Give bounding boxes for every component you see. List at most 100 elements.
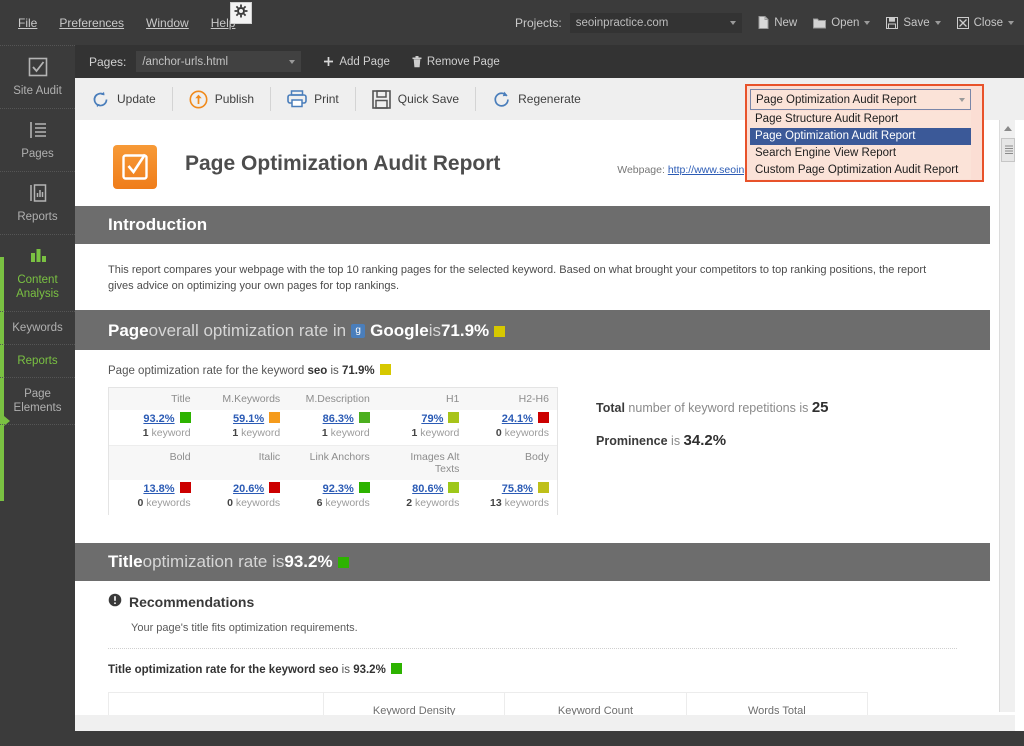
sidebar-item-keywords[interactable]: Keywords [0,311,75,344]
upload-circle-icon [189,90,208,109]
toolbar-separator [172,87,173,111]
orange-checkbox-icon [113,145,157,189]
menu-items: File Preferences Window Help [18,16,235,30]
metrics-area: Title M.Keywords M.Description H1 H2-H6 … [75,387,990,515]
scroll-grip-icon [1004,144,1014,156]
regenerate-button[interactable]: Regenerate [492,85,597,113]
metric-pct[interactable]: 24.1% [502,413,533,425]
metric-cell: 92.3%6 keywords [288,480,378,515]
sidebar-item-site-audit-label: Site Audit [13,85,62,97]
vertical-scroll-thumb[interactable] [1001,138,1015,162]
metric-header: Link Anchors [288,446,378,480]
metric-count: 2 keywords [386,497,460,509]
toolbar-separator [475,87,476,111]
sidebar-item-page-elements[interactable]: Page Elements [0,377,75,424]
metric-count: 1 keyword [296,427,370,439]
scroll-up-arrow-icon[interactable] [1004,126,1012,131]
metric-header: M.Description [288,388,378,410]
metrics-table: Title M.Keywords M.Description H1 H2-H6 … [108,387,558,515]
add-page-button[interactable]: Add Page [323,56,390,68]
metric-cell: 24.1% 0 keywords [467,410,557,445]
overall-engine: Google [370,321,429,341]
sidebar-item-reports[interactable]: Reports [0,171,75,234]
update-button[interactable]: Update [91,85,172,113]
pages-bar: Pages: /anchor-urls.html Add Page Remove… [75,45,1024,78]
menu-window[interactable]: Window [146,16,189,30]
metric-count: 0 keywords [475,427,549,439]
introduction-heading: Introduction [108,215,207,235]
bar-chart-icon [2,245,73,267]
toolbar-separator [270,87,271,111]
sidebar-item-content-analysis[interactable]: Content Analysis [0,234,75,311]
total-repetitions-line: Total number of keyword repetitions is 2… [596,399,829,416]
metric-count: 1 keyword [117,427,191,439]
projects-area: Projects: seoinpractice.com [515,0,742,45]
publish-button[interactable]: Publish [189,85,270,113]
remove-page-button[interactable]: Remove Page [412,56,500,68]
metric-swatch [269,482,280,493]
scrollbar-corner [999,715,1015,731]
menu-window-label: Window [146,16,189,30]
metric-pct[interactable]: 13.8% [143,483,174,495]
page-select[interactable]: /anchor-urls.html [136,51,301,72]
floppy-icon [886,17,898,29]
report-option-custom-page-optimization[interactable]: Custom Page Optimization Audit Report [750,162,971,179]
metric-count: 0 keywords [207,497,281,509]
quick-save-button-label: Quick Save [398,92,459,106]
document-area: Page Optimization Audit Report Report We… [75,120,1024,731]
metric-pct[interactable]: 75.8% [502,483,533,495]
prominence-label: Prominence [596,434,668,448]
metric-pct[interactable]: 86.3% [323,413,354,425]
open-button-label: Open [831,17,859,29]
section-header-title: Title optimization rate is 93.2% [75,543,990,581]
title-subline-pre: Title optimization rate for the keyword [108,664,319,676]
metric-header: H2-H6 [467,388,557,410]
menu-preferences[interactable]: Preferences [59,16,124,30]
vertical-scrollbar[interactable] [999,120,1015,712]
metric-pct[interactable]: 93.2% [143,413,174,425]
list-icon [2,119,73,141]
report-type-select[interactable]: Page Optimization Audit Report [750,89,971,110]
metric-pct[interactable]: 80.6% [412,483,443,495]
page-title: Page Optimization Audit Report [185,152,500,176]
prominence-mid: is [668,434,684,448]
toolbar-separator [355,87,356,111]
sidebar-item-pages[interactable]: Pages [0,108,75,171]
metric-pct[interactable]: 79% [421,413,443,425]
new-button[interactable]: New [758,16,797,29]
metric-pct[interactable]: 92.3% [323,483,354,495]
metrics-header-row-1: Title M.Keywords M.Description H1 H2-H6 [109,388,557,410]
metric-swatch [359,412,370,423]
report-type-selector: Page Optimization Audit Report Page Stru… [745,84,984,182]
close-button[interactable]: Close [957,17,1014,29]
sidebar-item-site-audit[interactable]: Site Audit [0,45,75,108]
sidebar-item-sub-reports[interactable]: Reports [0,344,75,377]
menu-file[interactable]: File [18,16,37,30]
report-option-page-optimization[interactable]: Page Optimization Audit Report [750,128,971,145]
report-option-search-engine-view[interactable]: Search Engine View Report [750,145,971,162]
chevron-down-icon [935,21,941,25]
print-button-label: Print [314,92,339,106]
metric-header: Bold [109,446,199,480]
sidebar-item-page-elements-label: Page Elements [14,388,62,414]
title-subline: Title optimization rate for the keyword … [75,649,990,686]
google-icon: g [351,324,365,338]
metric-cell: 86.3% 1 keyword [288,410,378,445]
close-button-label: Close [974,17,1003,29]
project-select[interactable]: seoinpractice.com [570,13,742,33]
metric-pct[interactable]: 20.6% [233,483,264,495]
open-button[interactable]: Open [813,17,870,29]
report-settings-button[interactable] [230,2,252,24]
sidebar-item-pages-label: Pages [21,148,54,160]
horizontal-scrollbar[interactable] [75,715,1009,731]
metric-swatch [538,412,549,423]
report-type-select-value: Page Optimization Audit Report [756,94,916,106]
quick-save-button[interactable]: Quick Save [372,85,475,113]
report-option-page-structure[interactable]: Page Structure Audit Report [750,111,971,128]
save-button[interactable]: Save [886,17,940,29]
print-button[interactable]: Print [287,85,355,113]
title-heading-mid: optimization rate is [143,552,285,572]
overall-subline-value: 71.9% [342,365,375,377]
menu-preferences-label: Preferences [59,16,124,30]
metric-pct[interactable]: 59.1% [233,413,264,425]
